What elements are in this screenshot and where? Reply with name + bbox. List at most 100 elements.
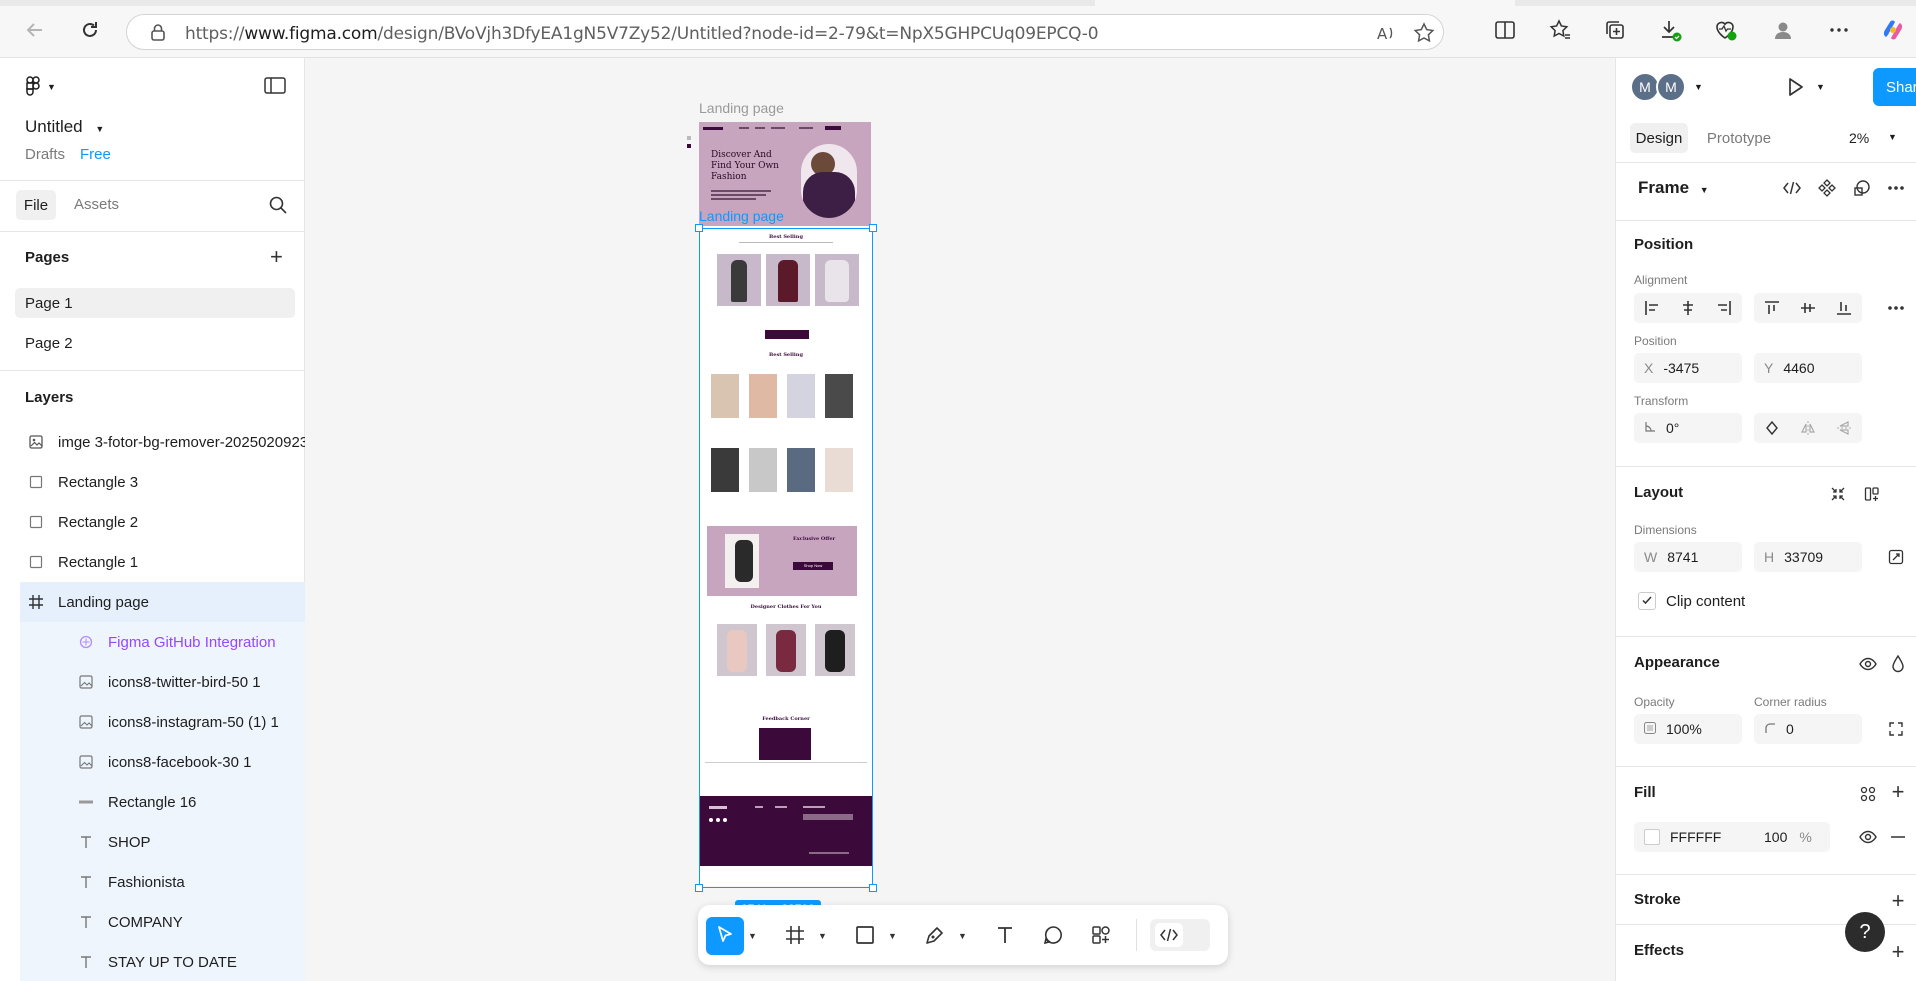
frame-tool[interactable] <box>776 917 814 955</box>
layer-row[interactable]: Rectangle 3 <box>0 462 305 502</box>
tab-assets[interactable]: Assets <box>74 196 119 213</box>
layer-row[interactable]: COMPANY <box>20 902 305 942</box>
resize-to-fit-icon[interactable] <box>1882 543 1910 571</box>
layer-row-frame[interactable]: Landing page <box>20 582 305 622</box>
flip-vertical-icon[interactable] <box>1830 414 1858 442</box>
page-item-page-1[interactable]: Page 1 <box>15 288 295 318</box>
x-position-field[interactable]: X -3475 <box>1634 353 1742 383</box>
tab-design[interactable]: Design <box>1630 123 1688 153</box>
search-icon[interactable] <box>268 195 288 218</box>
styles-grid-icon[interactable] <box>1854 780 1882 808</box>
clip-content-checkbox[interactable] <box>1638 592 1656 610</box>
tab-prototype[interactable]: Prototype <box>1700 123 1778 153</box>
back-icon[interactable] <box>22 17 48 43</box>
active-tab[interactable] <box>1095 0 1515 6</box>
lock-icon[interactable] <box>149 23 167 41</box>
layer-row[interactable]: Fashionista <box>20 862 305 902</box>
chevron-down-icon[interactable]: ▼ <box>748 931 757 941</box>
blend-mode-icon[interactable] <box>1884 650 1912 678</box>
height-field[interactable]: H 33709 <box>1754 542 1862 572</box>
remove-fill-icon[interactable] <box>1884 823 1912 851</box>
eye-icon[interactable] <box>1854 823 1882 851</box>
collections-icon[interactable] <box>1602 17 1628 43</box>
selected-frame-label[interactable]: Landing page <box>699 208 784 224</box>
more-options-icon[interactable] <box>1826 17 1852 43</box>
auto-layout-icon[interactable] <box>1858 480 1886 508</box>
chevron-down-icon[interactable]: ▼ <box>1888 132 1897 142</box>
collapse-icon[interactable] <box>1824 480 1852 508</box>
split-screen-icon[interactable] <box>1492 17 1518 43</box>
more-options-icon[interactable] <box>1882 174 1910 202</box>
layer-row[interactable]: Rectangle 16 <box>20 782 305 822</box>
layer-row[interactable]: Rectangle 1 <box>0 542 305 582</box>
component-icon[interactable] <box>1813 174 1841 202</box>
color-swatch[interactable] <box>1644 829 1660 845</box>
comment-tool[interactable] <box>1034 917 1072 955</box>
align-right-icon[interactable] <box>1710 294 1738 322</box>
layer-row[interactable]: STAY UP TO DATE <box>20 942 305 981</box>
help-button[interactable]: ? <box>1845 912 1885 952</box>
align-middle-icon[interactable] <box>1794 294 1822 322</box>
present-play-icon[interactable] <box>1784 76 1806 101</box>
layer-row[interactable]: icons8-facebook-30 1 <box>20 742 305 782</box>
zoom-level[interactable]: 2% <box>1849 130 1869 146</box>
layer-row[interactable]: icons8-twitter-bird-50 1 <box>20 662 305 702</box>
resize-handle[interactable] <box>869 224 877 232</box>
add-effect-icon[interactable]: + <box>1884 938 1912 966</box>
resize-handle[interactable] <box>695 224 703 232</box>
downloads-icon[interactable] <box>1657 17 1683 43</box>
more-options-icon[interactable] <box>1882 294 1910 322</box>
address-bar[interactable]: https://www.figma.com/design/BVoVjh3DfyE… <box>126 14 1444 50</box>
align-center-horizontal-icon[interactable] <box>1674 294 1702 322</box>
toggle-sidebar-icon[interactable] <box>264 76 286 99</box>
text-tool[interactable] <box>986 917 1024 955</box>
url-text[interactable]: https://www.figma.com/design/BVoVjh3DfyE… <box>185 24 1099 44</box>
opacity-field[interactable]: 100% <box>1634 714 1742 744</box>
align-top-icon[interactable] <box>1758 294 1786 322</box>
mask-icon[interactable] <box>1848 174 1876 202</box>
tab-file[interactable]: File <box>16 190 56 220</box>
avatar[interactable]: M <box>1656 72 1686 102</box>
layer-row[interactable]: SHOP <box>20 822 305 862</box>
actions-tool[interactable] <box>1082 917 1120 955</box>
reload-icon[interactable] <box>77 17 103 43</box>
resize-handle[interactable] <box>869 884 877 892</box>
favorites-icon[interactable] <box>1547 17 1573 43</box>
frame-label[interactable]: Landing page <box>699 100 784 116</box>
copilot-icon[interactable] <box>1880 17 1906 43</box>
chevron-down-icon[interactable]: ▼ <box>818 931 827 941</box>
fill-color-field[interactable]: FFFFFF 100 % <box>1634 822 1830 852</box>
y-position-field[interactable]: Y 4460 <box>1754 353 1862 383</box>
eye-icon[interactable] <box>1854 650 1882 678</box>
add-fill-icon[interactable]: + <box>1884 778 1912 806</box>
favorite-star-icon[interactable] <box>1413 22 1435 44</box>
design-canvas[interactable]: Landing page Discover And Find Your Own … <box>305 58 1615 981</box>
chevron-down-icon[interactable]: ▼ <box>888 931 897 941</box>
chevron-down-icon[interactable]: ▼ <box>1816 82 1825 92</box>
code-icon[interactable] <box>1778 174 1806 202</box>
resize-handle[interactable] <box>695 884 703 892</box>
move-tool[interactable] <box>706 917 744 955</box>
layer-row[interactable]: Rectangle 2 <box>0 502 305 542</box>
file-title[interactable]: Untitled ▼ <box>25 117 104 137</box>
independent-corners-icon[interactable] <box>1882 715 1910 743</box>
layer-row[interactable]: Figma GitHub Integration <box>20 622 305 662</box>
pen-tool[interactable] <box>916 917 954 955</box>
layer-row[interactable]: icons8-instagram-50 (1) 1 <box>20 702 305 742</box>
add-stroke-icon[interactable]: + <box>1884 887 1912 915</box>
page-item-page-2[interactable]: Page 2 <box>15 328 295 358</box>
align-left-icon[interactable] <box>1638 294 1666 322</box>
align-bottom-icon[interactable] <box>1830 294 1858 322</box>
add-page-icon[interactable]: + <box>270 246 283 268</box>
read-aloud-icon[interactable]: A <box>1375 22 1397 44</box>
frame-type-dropdown[interactable]: Frame ▼ <box>1638 178 1709 198</box>
width-field[interactable]: W 8741 <box>1634 542 1742 572</box>
share-button[interactable]: Share <box>1873 68 1916 106</box>
flip-horizontal-icon[interactable] <box>1794 414 1822 442</box>
selection-box[interactable] <box>699 228 873 888</box>
drafts-link[interactable]: Drafts <box>25 146 65 163</box>
main-menu-button[interactable]: ▼ <box>25 75 65 98</box>
plan-badge[interactable]: Free <box>80 146 111 163</box>
profile-icon[interactable] <box>1770 17 1796 43</box>
chevron-down-icon[interactable]: ▼ <box>958 931 967 941</box>
